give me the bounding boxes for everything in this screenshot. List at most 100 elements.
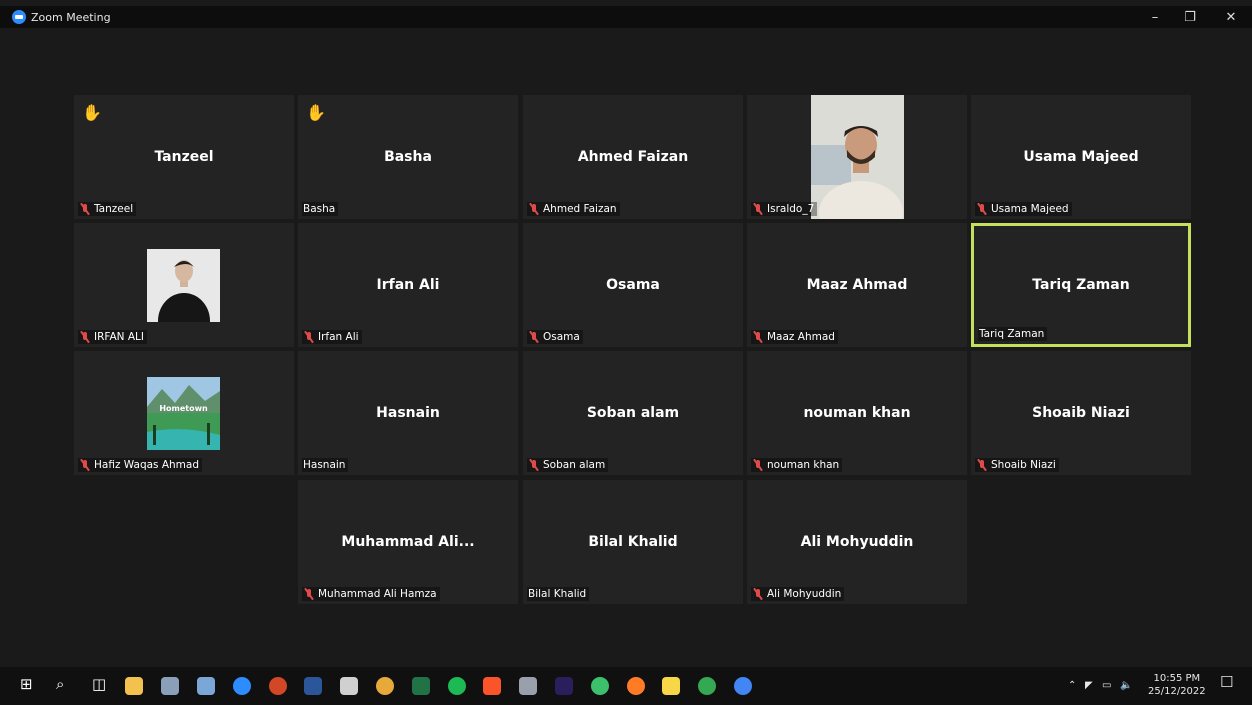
muted-mic-icon (752, 459, 764, 471)
sticky-notes-icon[interactable] (662, 677, 680, 695)
participant-tile[interactable]: Tariq Zaman Tariq Zaman (971, 223, 1191, 347)
participant-label-text: Soban alam (543, 459, 606, 471)
participant-tile[interactable]: Muhammad Ali... Muhammad Ali Hamza (298, 480, 518, 604)
minimize-button[interactable]: – (1140, 6, 1170, 28)
photos-icon[interactable] (161, 677, 179, 695)
muted-mic-icon (303, 331, 315, 343)
participant-name-label: Maaz Ahmad (751, 330, 838, 344)
app-icon[interactable] (519, 677, 537, 695)
participant-display-name: Ahmed Faizan (577, 149, 689, 165)
muted-mic-icon (528, 459, 540, 471)
participant-tile[interactable]: Ahmed Faizan Ahmed Faizan (523, 95, 743, 219)
participant-display-name: Muhammad Ali... (341, 534, 475, 550)
muted-mic-icon (79, 203, 91, 215)
participant-display-name: Basha (384, 149, 432, 165)
muted-mic-icon (752, 203, 764, 215)
participant-tile[interactable]: Irfan Ali Irfan Ali (298, 223, 518, 347)
volume-icon[interactable]: 🔈 (1120, 679, 1132, 692)
task-view-icon[interactable]: ◫ (92, 675, 106, 693)
participant-label-text: Israldo_7 (767, 203, 815, 215)
word-icon[interactable] (304, 677, 322, 695)
chrome-profile-2-icon[interactable] (734, 677, 752, 695)
participant-tile[interactable]: ✋ Tanzeel Tanzeel (74, 95, 294, 219)
participant-display-name: Osama (606, 277, 660, 293)
windows-start-icon[interactable]: ⊞ (20, 675, 33, 693)
participant-name-label: Israldo_7 (751, 202, 818, 216)
participant-label-text: Tanzeel (94, 203, 134, 215)
participant-tile[interactable]: Soban alam Soban alam (523, 351, 743, 475)
muted-mic-icon (976, 459, 988, 471)
participant-name-label: Tanzeel (78, 202, 137, 216)
participant-name-label: Hafiz Waqas Ahmad (78, 458, 203, 472)
participant-tile[interactable]: Osama Osama (523, 223, 743, 347)
participant-tile[interactable]: Israldo_7 (747, 95, 967, 219)
clock-time: 10:55 PM (1153, 673, 1201, 684)
participant-tile[interactable]: Maaz Ahmad Maaz Ahmad (747, 223, 967, 347)
wifi-icon[interactable]: ◤ (1085, 679, 1093, 692)
participant-display-name: Ali Mohyuddin (800, 534, 914, 550)
participant-name-label: Osama (527, 330, 583, 344)
participant-photo (811, 95, 904, 219)
muted-mic-icon (79, 331, 91, 343)
paint-icon[interactable] (197, 677, 215, 695)
zoom-icon[interactable] (233, 677, 251, 695)
firefox-icon[interactable] (627, 677, 645, 695)
muted-mic-icon (79, 459, 91, 471)
participant-label-text: Maaz Ahmad (767, 331, 835, 343)
participant-display-name: Hasnain (376, 405, 440, 421)
title-bar: Zoom Meeting – ❐ ✕ (0, 6, 1252, 28)
file-explorer-icon[interactable] (125, 677, 143, 695)
participant-label-text: Ahmed Faizan (543, 203, 617, 215)
clock-date: 25/12/2022 (1148, 686, 1206, 697)
zoom-logo-icon (12, 10, 26, 24)
participant-label-text: IRFAN ALI (94, 331, 144, 343)
muted-mic-icon (303, 588, 315, 600)
participant-tile[interactable]: Shoaib Niazi Shoaib Niazi (971, 351, 1191, 475)
participant-photo: Hometown (147, 377, 220, 454)
svg-text:Hometown: Hometown (159, 404, 208, 413)
raised-hand-icon: ✋ (82, 103, 102, 122)
participant-tile[interactable]: Hasnain Hasnain (298, 351, 518, 475)
chrome-icon[interactable] (376, 677, 394, 695)
participant-photo (147, 249, 220, 347)
participant-name-label: IRFAN ALI (78, 330, 147, 344)
close-button[interactable]: ✕ (1216, 6, 1246, 28)
participant-tile[interactable]: IRFAN ALI (74, 223, 294, 347)
participant-label-text: Tariq Zaman (979, 328, 1045, 340)
participant-label-text: Hasnain (303, 459, 346, 471)
participant-label-text: nouman khan (767, 459, 840, 471)
participant-tile[interactable]: Hometown Hafiz Waqas Ahmad (74, 351, 294, 475)
clock[interactable]: 10:55 PM 25/12/2022 (1148, 672, 1206, 698)
vpn-icon[interactable] (591, 677, 609, 695)
participant-tile[interactable]: ✋ Basha Basha (298, 95, 518, 219)
battery-icon[interactable]: ▭ (1102, 679, 1111, 692)
participant-name-label: Usama Majeed (975, 202, 1072, 216)
brave-icon[interactable] (483, 677, 501, 695)
participant-label-text: Shoaib Niazi (991, 459, 1056, 471)
taskbar: ⌃ ◤ ▭ 🔈 10:55 PM 25/12/2022 ☐ ⊞ ⌕ ◫ (0, 667, 1252, 705)
participant-tile[interactable]: Bilal Khalid Bilal Khalid (523, 480, 743, 604)
excel-icon[interactable] (412, 677, 430, 695)
muted-mic-icon (528, 331, 540, 343)
participant-display-name: Usama Majeed (1023, 149, 1139, 165)
search-icon[interactable]: ⌕ (56, 675, 64, 693)
participant-tile[interactable]: Ali Mohyuddin Ali Mohyuddin (747, 480, 967, 604)
spotify-icon[interactable] (448, 677, 466, 695)
participant-name-label: Soban alam (527, 458, 609, 472)
participant-label-text: Ali Mohyuddin (767, 588, 842, 600)
notification-icon[interactable]: ☐ (1220, 675, 1233, 690)
participant-tile[interactable]: Usama Majeed Usama Majeed (971, 95, 1191, 219)
chrome-profile-icon[interactable] (698, 677, 716, 695)
participant-label-text: Usama Majeed (991, 203, 1069, 215)
participant-tile[interactable]: nouman khan nouman khan (747, 351, 967, 475)
participant-label-text: Osama (543, 331, 580, 343)
powerpoint-icon[interactable] (269, 677, 287, 695)
participant-display-name: Soban alam (586, 405, 680, 421)
participant-name-label: Ali Mohyuddin (751, 587, 845, 601)
calculator-icon[interactable] (340, 677, 358, 695)
participant-name-label: Hasnain (302, 458, 349, 472)
restore-button[interactable]: ❐ (1175, 6, 1205, 28)
premiere-icon[interactable] (555, 677, 573, 695)
participant-display-name: Bilal Khalid (588, 534, 678, 550)
show-hidden-icons-button[interactable]: ⌃ (1068, 679, 1076, 692)
